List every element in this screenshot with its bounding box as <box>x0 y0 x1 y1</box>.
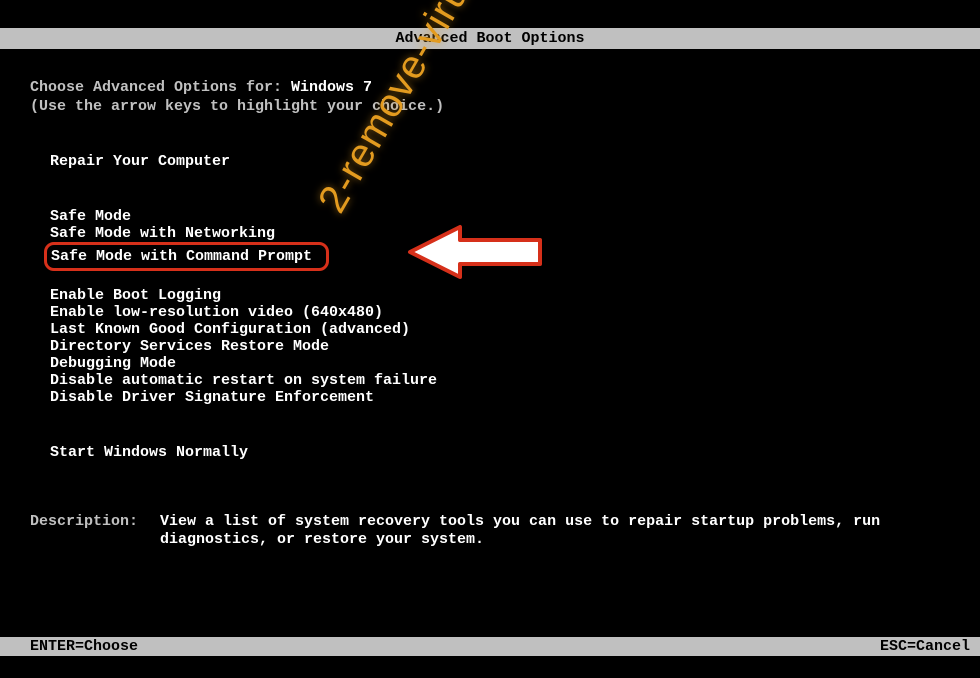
footer-bar: ENTER=Choose ESC=Cancel <box>0 637 980 656</box>
page-title: Advanced Boot Options <box>395 30 584 47</box>
boot-menu: Repair Your Computer Safe Mode Safe Mode… <box>30 153 950 461</box>
intro-line: Choose Advanced Options for: Windows 7 <box>30 79 950 96</box>
content-area: Choose Advanced Options for: Windows 7 (… <box>0 49 980 549</box>
intro-prefix: Choose Advanced Options for: <box>30 79 291 96</box>
menu-safe-mode-cmd[interactable]: Safe Mode with Command Prompt <box>51 248 312 265</box>
title-bar: Advanced Boot Options <box>0 28 980 49</box>
menu-debug[interactable]: Debugging Mode <box>50 355 950 372</box>
menu-safe-mode-networking[interactable]: Safe Mode with Networking <box>50 225 950 242</box>
menu-dsrm[interactable]: Directory Services Restore Mode <box>50 338 950 355</box>
menu-low-res[interactable]: Enable low-resolution video (640x480) <box>50 304 950 321</box>
menu-lkgc[interactable]: Last Known Good Configuration (advanced) <box>50 321 950 338</box>
menu-boot-logging[interactable]: Enable Boot Logging <box>50 287 950 304</box>
os-name: Windows 7 <box>291 79 372 96</box>
description-text: View a list of system recovery tools you… <box>160 513 950 549</box>
menu-start-normally[interactable]: Start Windows Normally <box>50 444 950 461</box>
description-label: Description: <box>30 513 160 549</box>
menu-repair[interactable]: Repair Your Computer <box>50 153 950 170</box>
highlight-box: Safe Mode with Command Prompt <box>44 242 329 271</box>
menu-no-auto-restart[interactable]: Disable automatic restart on system fail… <box>50 372 950 389</box>
footer-esc: ESC=Cancel <box>880 638 970 655</box>
menu-safe-mode[interactable]: Safe Mode <box>50 208 950 225</box>
menu-no-driver-sig[interactable]: Disable Driver Signature Enforcement <box>50 389 950 406</box>
intro-hint: (Use the arrow keys to highlight your ch… <box>30 98 950 115</box>
footer-enter: ENTER=Choose <box>30 638 138 655</box>
highlighted-row: Safe Mode with Command Prompt <box>50 242 329 271</box>
description-block: Description: View a list of system recov… <box>30 513 950 549</box>
